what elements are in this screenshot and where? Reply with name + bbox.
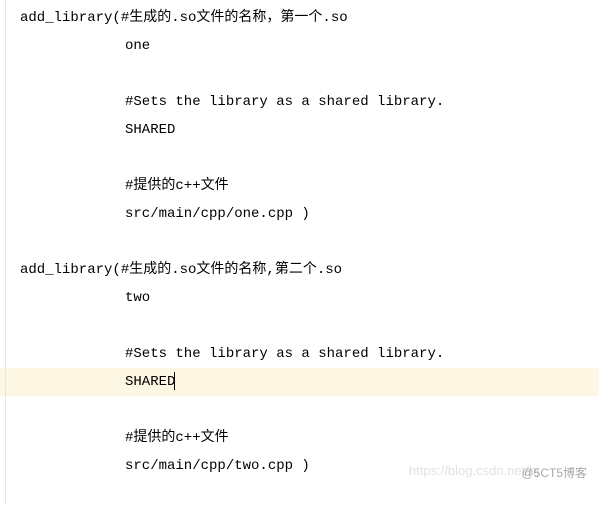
code-text: SHARED <box>125 122 175 138</box>
code-line[interactable]: SHARED <box>20 116 599 144</box>
text-cursor <box>174 372 175 390</box>
code-text: #提供的c++文件 <box>125 430 229 446</box>
code-line[interactable] <box>20 60 599 88</box>
code-text: src/main/cpp/one.cpp ) <box>125 206 310 222</box>
code-text: add_library(#生成的.so文件的名称，第一个.so <box>20 10 348 26</box>
code-line[interactable]: src/main/cpp/two.cpp ) <box>20 452 599 480</box>
code-line[interactable] <box>20 312 599 340</box>
code-text: add_library(#生成的.so文件的名称,第二个.so <box>20 262 342 278</box>
code-line[interactable]: add_library(#生成的.so文件的名称,第二个.so <box>20 256 599 284</box>
code-line[interactable] <box>20 144 599 172</box>
code-text: #Sets the library as a shared library. <box>125 346 444 362</box>
code-line[interactable]: #提供的c++文件 <box>20 172 599 200</box>
code-line[interactable] <box>20 228 599 256</box>
code-line[interactable]: one <box>20 32 599 60</box>
editor-gutter <box>0 0 6 505</box>
code-text: two <box>125 290 150 306</box>
code-line[interactable] <box>20 396 599 424</box>
code-line[interactable]: #提供的c++文件 <box>20 424 599 452</box>
code-line-active[interactable]: SHARED <box>0 368 599 396</box>
code-line[interactable]: #Sets the library as a shared library. <box>20 340 599 368</box>
code-text: src/main/cpp/two.cpp ) <box>125 458 310 474</box>
code-text: one <box>125 38 150 54</box>
code-line[interactable]: add_library(#生成的.so文件的名称，第一个.so <box>20 4 599 32</box>
code-text: #提供的c++文件 <box>125 178 229 194</box>
code-line[interactable]: src/main/cpp/one.cpp ) <box>20 200 599 228</box>
code-editor[interactable]: add_library(#生成的.so文件的名称，第一个.so one #Set… <box>20 4 599 480</box>
code-text: SHARED <box>125 374 175 390</box>
code-text: #Sets the library as a shared library. <box>125 94 444 110</box>
code-line[interactable]: two <box>20 284 599 312</box>
code-line[interactable]: #Sets the library as a shared library. <box>20 88 599 116</box>
